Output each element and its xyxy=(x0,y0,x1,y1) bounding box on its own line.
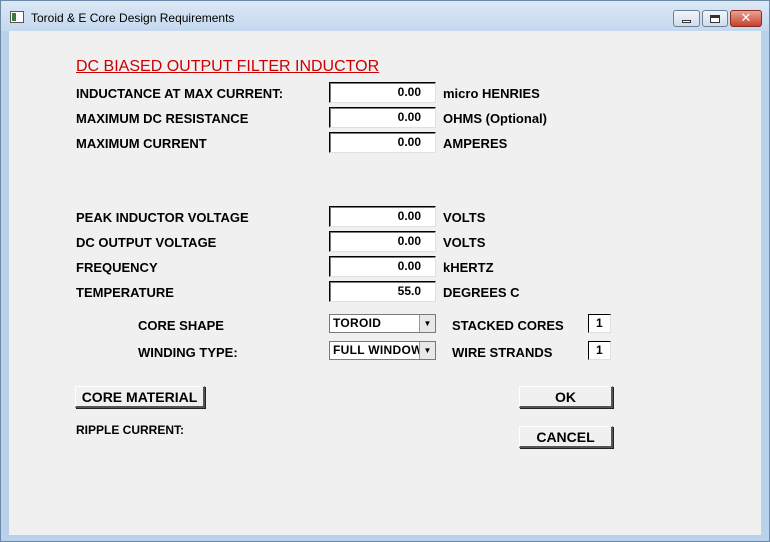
wire-strands-input[interactable]: 1 xyxy=(588,341,611,360)
maximize-button[interactable] xyxy=(702,10,728,27)
peak-voltage-unit: VOLTS xyxy=(443,210,486,225)
winding-type-select[interactable]: FULL WINDOW ▼ xyxy=(329,341,436,360)
maximize-icon xyxy=(710,14,720,23)
frequency-unit: kHERTZ xyxy=(443,260,494,275)
chevron-down-icon[interactable]: ▼ xyxy=(419,315,435,332)
app-icon xyxy=(10,11,24,23)
inductance-unit: micro HENRIES xyxy=(443,86,540,101)
dc-output-voltage-unit: VOLTS xyxy=(443,235,486,250)
wire-strands-label: WIRE STRANDS xyxy=(452,345,553,360)
temperature-input[interactable]: 55.0 xyxy=(329,281,436,302)
core-shape-value: TOROID xyxy=(333,316,382,330)
minimize-button[interactable] xyxy=(673,10,700,27)
core-shape-select[interactable]: TOROID ▼ xyxy=(329,314,436,333)
dc-resistance-label: MAXIMUM DC RESISTANCE xyxy=(76,111,249,126)
dc-resistance-input[interactable]: 0.00 xyxy=(329,107,436,128)
dc-resistance-unit: OHMS (Optional) xyxy=(443,111,547,126)
stacked-cores-label: STACKED CORES xyxy=(452,318,564,333)
ok-button[interactable]: OK xyxy=(519,386,613,408)
temperature-unit: DEGREES C xyxy=(443,285,520,300)
frequency-label: FREQUENCY xyxy=(76,260,158,275)
inductance-input[interactable]: 0.00 xyxy=(329,82,436,103)
inductance-label: INDUCTANCE AT MAX CURRENT: xyxy=(76,86,284,101)
peak-voltage-input[interactable]: 0.00 xyxy=(329,206,436,227)
dc-output-voltage-label: DC OUTPUT VOLTAGE xyxy=(76,235,217,250)
dc-output-voltage-input[interactable]: 0.00 xyxy=(329,231,436,252)
minimize-icon xyxy=(682,20,691,23)
winding-type-value: FULL WINDOW xyxy=(333,343,423,357)
temperature-label: TEMPERATURE xyxy=(76,285,174,300)
max-current-input[interactable]: 0.00 xyxy=(329,132,436,153)
close-icon: ✕ xyxy=(740,11,752,26)
title-bar[interactable]: Toroid & E Core Design Requirements ✕ xyxy=(1,1,769,31)
max-current-unit: AMPERES xyxy=(443,136,508,151)
window-title: Toroid & E Core Design Requirements xyxy=(31,11,235,25)
stacked-cores-input[interactable]: 1 xyxy=(588,314,611,333)
section-heading: DC BIASED OUTPUT FILTER INDUCTOR xyxy=(76,58,380,75)
core-material-button[interactable]: CORE MATERIAL xyxy=(75,386,205,408)
frequency-input[interactable]: 0.00 xyxy=(329,256,436,277)
cancel-button[interactable]: CANCEL xyxy=(519,426,613,448)
peak-voltage-label: PEAK INDUCTOR VOLTAGE xyxy=(76,210,249,225)
close-button[interactable]: ✕ xyxy=(730,10,762,27)
winding-type-label: WINDING TYPE: xyxy=(138,345,238,360)
ripple-current-label: RIPPLE CURRENT: xyxy=(76,423,185,437)
max-current-label: MAXIMUM CURRENT xyxy=(76,136,207,151)
chevron-down-icon[interactable]: ▼ xyxy=(419,342,435,359)
core-shape-label: CORE SHAPE xyxy=(138,318,224,333)
